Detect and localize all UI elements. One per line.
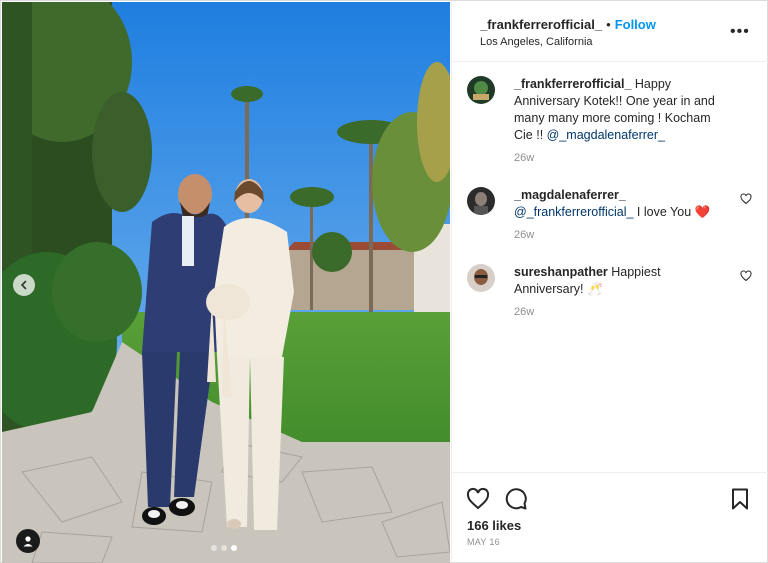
user-tag-icon <box>23 536 33 547</box>
avatar[interactable] <box>467 264 495 292</box>
heart-icon[interactable] <box>466 487 490 511</box>
author-username[interactable]: _frankferrerofficial_ <box>480 17 602 32</box>
comment-mention[interactable]: @_frankferrerofficial_ <box>514 205 633 219</box>
bookmark-icon[interactable] <box>728 487 752 511</box>
comment-mention[interactable]: @_magdalenaferrer_ <box>547 128 665 142</box>
carousel-dot-active <box>231 545 237 551</box>
comment-time[interactable]: 26w <box>514 229 534 241</box>
tagged-users-button[interactable] <box>16 529 40 553</box>
more-options-icon[interactable]: ••• <box>730 23 750 41</box>
avatar[interactable] <box>467 187 495 215</box>
follow-button[interactable]: Follow <box>615 17 656 32</box>
post-photo[interactable] <box>2 2 450 563</box>
comment-body: I love You <box>633 205 695 219</box>
post-modal: _frankferrerofficial_ • Follow Los Angeles… <box>0 0 768 563</box>
like-comment-heart-icon[interactable] <box>740 193 752 205</box>
comment-text: _magdalenaferrer_ @_frankferrerofficial_… <box>514 187 724 221</box>
heart-emoji: ❤️ <box>694 205 711 219</box>
cheers-emoji: 🥂 <box>586 282 603 296</box>
post-actions: 166 likes MAY 16 <box>452 472 768 563</box>
comment-username[interactable]: sureshanpather <box>514 265 608 279</box>
avatar[interactable] <box>467 76 495 104</box>
chevron-left-icon <box>20 280 27 290</box>
comment-username[interactable]: _frankferrerofficial_ <box>514 77 631 91</box>
comment-text: sureshanpather Happiest Anniversary! 🥂 <box>514 264 724 298</box>
post-side-panel: _frankferrerofficial_ • Follow Los Angeles… <box>451 1 768 562</box>
carousel-dot <box>211 545 217 551</box>
likes-count[interactable]: 166 likes <box>467 518 521 533</box>
carousel-indicator <box>211 545 237 551</box>
post-author-line: _frankferrerofficial_ • Follow <box>480 17 656 32</box>
post-location[interactable]: Los Angeles, California <box>480 36 593 48</box>
post-header: _frankferrerofficial_ • Follow Los Angeles… <box>452 1 768 62</box>
comment-icon[interactable] <box>504 487 528 511</box>
previous-photo-button[interactable] <box>13 274 35 296</box>
separator: • <box>606 17 611 32</box>
comment-text: _frankferrerofficial_ Happy Anniversary … <box>514 76 724 144</box>
comments-list: _frankferrerofficial_ Happy Anniversary … <box>452 62 768 471</box>
comment-time[interactable]: 26w <box>514 306 534 318</box>
carousel-dot <box>221 545 227 551</box>
post-date[interactable]: MAY 16 <box>467 537 500 547</box>
like-comment-heart-icon[interactable] <box>740 270 752 282</box>
comment-username[interactable]: _magdalenaferrer_ <box>514 188 626 202</box>
comment-time[interactable]: 26w <box>514 152 534 164</box>
